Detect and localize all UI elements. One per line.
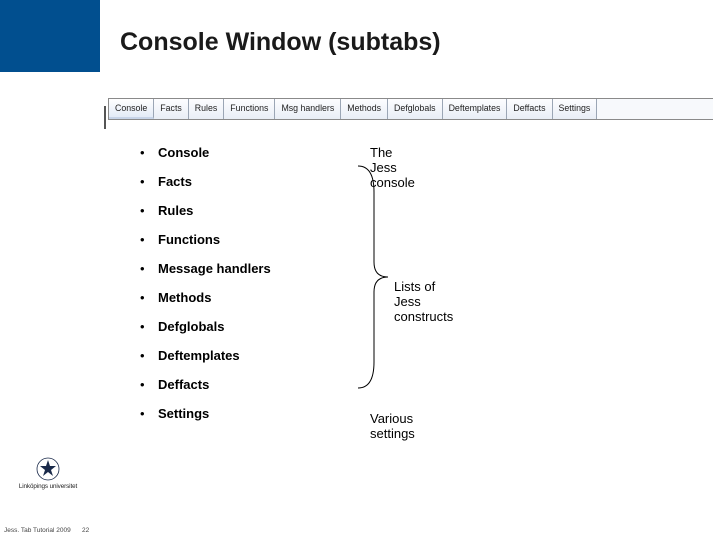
- bullet-item: •Facts: [140, 174, 370, 189]
- bullet-label: Message handlers: [158, 261, 271, 276]
- bullet-item: •Message handlers: [140, 261, 370, 276]
- tab-functions[interactable]: Functions: [224, 99, 275, 119]
- bullet-dot: •: [140, 406, 158, 421]
- bullet-label: Deftemplates: [158, 348, 240, 363]
- bullet-label: Methods: [158, 290, 211, 305]
- page-title: Console Window (subtabs): [120, 28, 441, 57]
- bullet-label: Functions: [158, 232, 220, 247]
- logo-text: Linköpings universitet: [12, 483, 84, 490]
- bullet-label: Settings: [158, 406, 209, 421]
- bullet-dot: •: [140, 174, 158, 189]
- bullet-dot: •: [140, 145, 158, 160]
- left-color-band: [0, 0, 100, 72]
- footer-text: Jess. Tab Tutorial 2009: [4, 527, 71, 534]
- bullet-dot: •: [140, 290, 158, 305]
- bullet-item: •Settings: [140, 406, 370, 421]
- bullet-dot: •: [140, 377, 158, 392]
- seal-icon: [36, 457, 60, 481]
- bullet-list: •Console •Facts •Rules •Functions •Messa…: [140, 145, 370, 435]
- bullet-item: •Methods: [140, 290, 370, 305]
- logo: Linköpings universitet: [12, 457, 84, 490]
- annotation-settings: Various settings: [370, 411, 415, 441]
- bullet-dot: •: [140, 319, 158, 334]
- tab-defglobals[interactable]: Defglobals: [388, 99, 443, 119]
- bullet-label: Deffacts: [158, 377, 209, 392]
- tab-strip: Console Facts Rules Functions Msg handle…: [108, 98, 713, 120]
- bullet-dot: •: [140, 348, 158, 363]
- tab-settings[interactable]: Settings: [553, 99, 598, 119]
- bullet-item: •Functions: [140, 232, 370, 247]
- annotation-console: The Jess console: [370, 145, 415, 190]
- tab-msg-handlers[interactable]: Msg handlers: [275, 99, 341, 119]
- bullet-dot: •: [140, 232, 158, 247]
- bullet-label: Rules: [158, 203, 193, 218]
- bullet-item: •Deftemplates: [140, 348, 370, 363]
- bullet-item: •Rules: [140, 203, 370, 218]
- brace-icon: [352, 162, 392, 392]
- bullet-item: •Defglobals: [140, 319, 370, 334]
- bullet-item: •Console: [140, 145, 370, 160]
- tab-methods[interactable]: Methods: [341, 99, 388, 119]
- tab-facts[interactable]: Facts: [154, 99, 189, 119]
- tab-console[interactable]: Console: [109, 99, 154, 119]
- tab-deftemplates[interactable]: Deftemplates: [443, 99, 508, 119]
- footer-page-number: 22: [82, 527, 89, 534]
- annotation-constructs: Lists of Jess constructs: [394, 279, 453, 324]
- bullet-label: Console: [158, 145, 209, 160]
- bullet-label: Defglobals: [158, 319, 224, 334]
- bullet-label: Facts: [158, 174, 192, 189]
- bullet-dot: •: [140, 261, 158, 276]
- tab-deffacts[interactable]: Deffacts: [507, 99, 552, 119]
- bullet-item: •Deffacts: [140, 377, 370, 392]
- tab-rules[interactable]: Rules: [189, 99, 225, 119]
- bullet-dot: •: [140, 203, 158, 218]
